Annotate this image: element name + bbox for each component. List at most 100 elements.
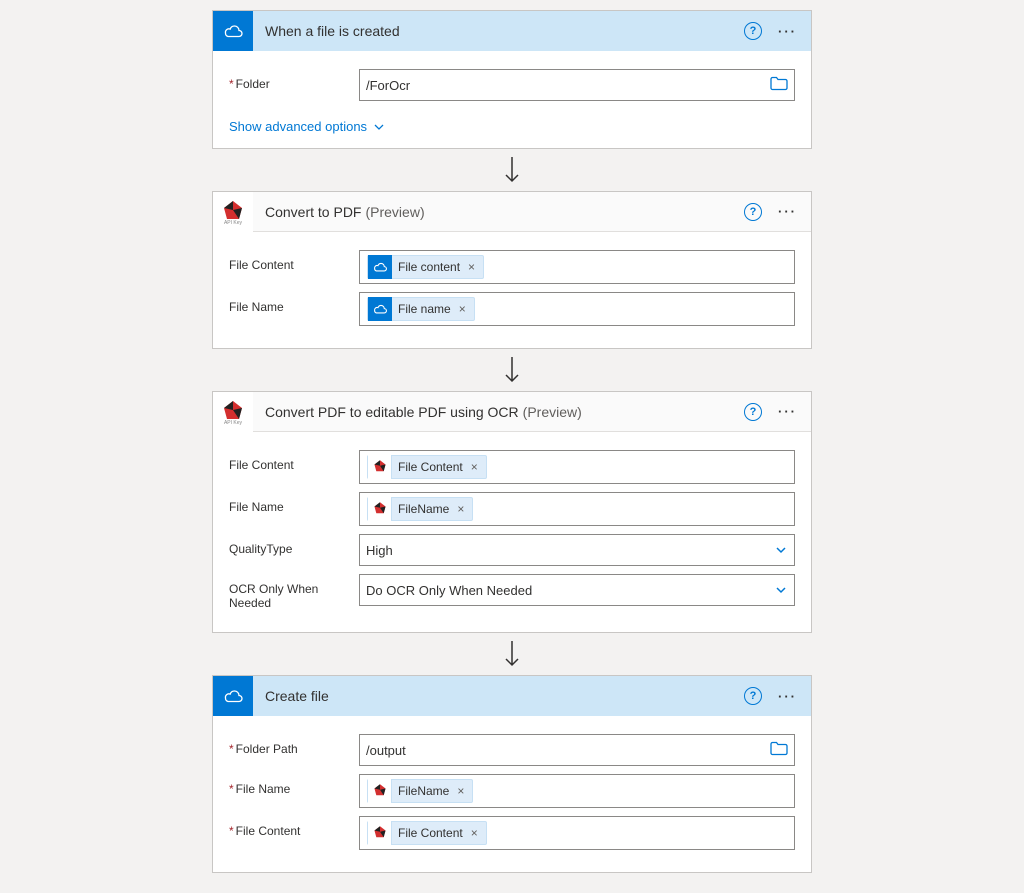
svg-text:API Key: API Key xyxy=(224,420,243,425)
onedrive-connector-icon xyxy=(213,11,253,51)
token-label: File Content xyxy=(392,826,469,840)
dynamic-token[interactable]: File Content× xyxy=(367,455,487,479)
field-row: File ContentFile Content× xyxy=(229,450,795,484)
onedrive-cloud-icon xyxy=(222,24,244,38)
token-remove-icon[interactable]: × xyxy=(455,502,472,516)
chevron-down-icon xyxy=(774,583,788,597)
onedrive-token-icon xyxy=(368,255,392,279)
dynamic-token[interactable]: File content× xyxy=(367,255,484,279)
onedrive-token-icon xyxy=(368,297,392,321)
token-remove-icon[interactable]: × xyxy=(469,460,486,474)
card-body: File ContentFile Content×File NameFileNa… xyxy=(213,432,811,632)
field-row: *File Name FileName× xyxy=(229,774,795,808)
apikey-token-icon xyxy=(372,501,388,517)
field-label: *Folder Path xyxy=(229,734,359,756)
apikey-token-icon xyxy=(372,825,388,841)
folder-picker-button[interactable] xyxy=(770,742,788,759)
token-label: File Content xyxy=(392,460,469,474)
more-icon[interactable]: ··· xyxy=(772,689,803,704)
field-label: File Content xyxy=(229,450,359,472)
field-label: *Folder xyxy=(229,69,359,91)
field-label: File Name xyxy=(229,492,359,514)
token-remove-icon[interactable]: × xyxy=(455,784,472,798)
dynamic-token[interactable]: File Content× xyxy=(367,821,487,845)
card-body: *Folder/ForOcr Show advanced options xyxy=(213,51,811,148)
chevron-down-icon xyxy=(774,543,788,557)
onedrive-cloud-icon xyxy=(222,689,244,703)
token-remove-icon[interactable]: × xyxy=(457,302,474,316)
field-label: File Content xyxy=(229,250,359,272)
field-label: OCR Only When Needed xyxy=(229,574,359,610)
field-row: File Name File name× xyxy=(229,292,795,326)
select-input[interactable]: Do OCR Only When Needed xyxy=(359,574,795,606)
field-row: *Folder Path/output xyxy=(229,734,795,766)
svg-text:API Key: API Key xyxy=(224,220,243,225)
flow-arrow xyxy=(212,149,812,191)
card-title: Create file xyxy=(253,688,744,704)
more-icon[interactable]: ··· xyxy=(772,204,803,219)
folder-picker-icon[interactable] xyxy=(770,77,788,91)
token-input[interactable]: File name× xyxy=(359,292,795,326)
field-row: *Folder/ForOcr xyxy=(229,69,795,101)
select-input[interactable]: High xyxy=(359,534,795,566)
flow-step-card: API Key Convert PDF to editable PDF using… xyxy=(212,391,812,633)
flow-arrow xyxy=(212,633,812,675)
more-icon[interactable]: ··· xyxy=(772,404,803,419)
folder-input[interactable]: /output xyxy=(359,734,795,766)
card-header[interactable]: Create file? ··· xyxy=(213,676,811,716)
apikey-connector-icon-wrap: API Key xyxy=(213,392,253,432)
help-icon[interactable]: ? xyxy=(744,22,762,40)
card-title: Convert PDF to editable PDF using OCR (P… xyxy=(253,404,744,420)
help-icon[interactable]: ? xyxy=(744,203,762,221)
dynamic-token[interactable]: FileName× xyxy=(367,779,473,803)
more-icon[interactable]: ··· xyxy=(772,24,803,39)
apikey-token-icon xyxy=(372,459,388,475)
apikey-connector-icon-wrap: API Key xyxy=(213,192,253,232)
folder-picker-button[interactable] xyxy=(770,77,788,94)
dynamic-token[interactable]: File name× xyxy=(367,297,475,321)
flow-arrow xyxy=(212,349,812,391)
field-label: File Name xyxy=(229,292,359,314)
token-input[interactable]: File content× xyxy=(359,250,795,284)
field-label: QualityType xyxy=(229,534,359,556)
apikey-connector-icon: API Key xyxy=(220,199,246,225)
show-advanced-options[interactable]: Show advanced options xyxy=(229,119,385,134)
required-marker: * xyxy=(229,824,234,838)
card-body: *Folder Path/output*File NameFileName×*F… xyxy=(213,716,811,872)
required-marker: * xyxy=(229,782,234,796)
field-row: File Name FileName× xyxy=(229,492,795,526)
apikey-token-icon xyxy=(372,783,388,799)
token-remove-icon[interactable]: × xyxy=(469,826,486,840)
token-label: File content xyxy=(392,260,466,274)
token-input[interactable]: FileName× xyxy=(359,774,795,808)
card-header[interactable]: API Key Convert to PDF (Preview)? ··· xyxy=(213,192,811,232)
card-header[interactable]: When a file is created?··· xyxy=(213,11,811,51)
help-icon[interactable]: ? xyxy=(744,403,762,421)
required-marker: * xyxy=(229,77,234,91)
token-label: FileName xyxy=(392,784,455,798)
field-label: *File Content xyxy=(229,816,359,838)
folder-picker-icon[interactable] xyxy=(770,742,788,756)
apikey-token-icon-wrap xyxy=(368,821,392,845)
field-row: *File ContentFile Content× xyxy=(229,816,795,850)
dynamic-token[interactable]: FileName× xyxy=(367,497,473,521)
chevron-down-icon xyxy=(373,121,385,133)
apikey-connector-icon: API Key xyxy=(220,399,246,425)
card-body: File ContentFile content×File NameFile n… xyxy=(213,232,811,348)
flow-step-card: When a file is created?···*Folder/ForOcr… xyxy=(212,10,812,149)
field-row: QualityTypeHigh xyxy=(229,534,795,566)
token-input[interactable]: File Content× xyxy=(359,816,795,850)
help-icon[interactable]: ? xyxy=(744,687,762,705)
token-remove-icon[interactable]: × xyxy=(466,260,483,274)
folder-input[interactable]: /ForOcr xyxy=(359,69,795,101)
field-label: *File Name xyxy=(229,774,359,796)
token-label: FileName xyxy=(392,502,455,516)
card-header[interactable]: API Key Convert PDF to editable PDF using… xyxy=(213,392,811,432)
flow-step-card: Create file?···*Folder Path/output*File … xyxy=(212,675,812,873)
token-input[interactable]: FileName× xyxy=(359,492,795,526)
apikey-token-icon-wrap xyxy=(368,779,392,803)
flow-step-card: API Key Convert to PDF (Preview)? ··· File … xyxy=(212,191,812,349)
token-input[interactable]: File Content× xyxy=(359,450,795,484)
card-title: Convert to PDF (Preview) xyxy=(253,204,744,220)
apikey-token-icon-wrap xyxy=(368,455,392,479)
